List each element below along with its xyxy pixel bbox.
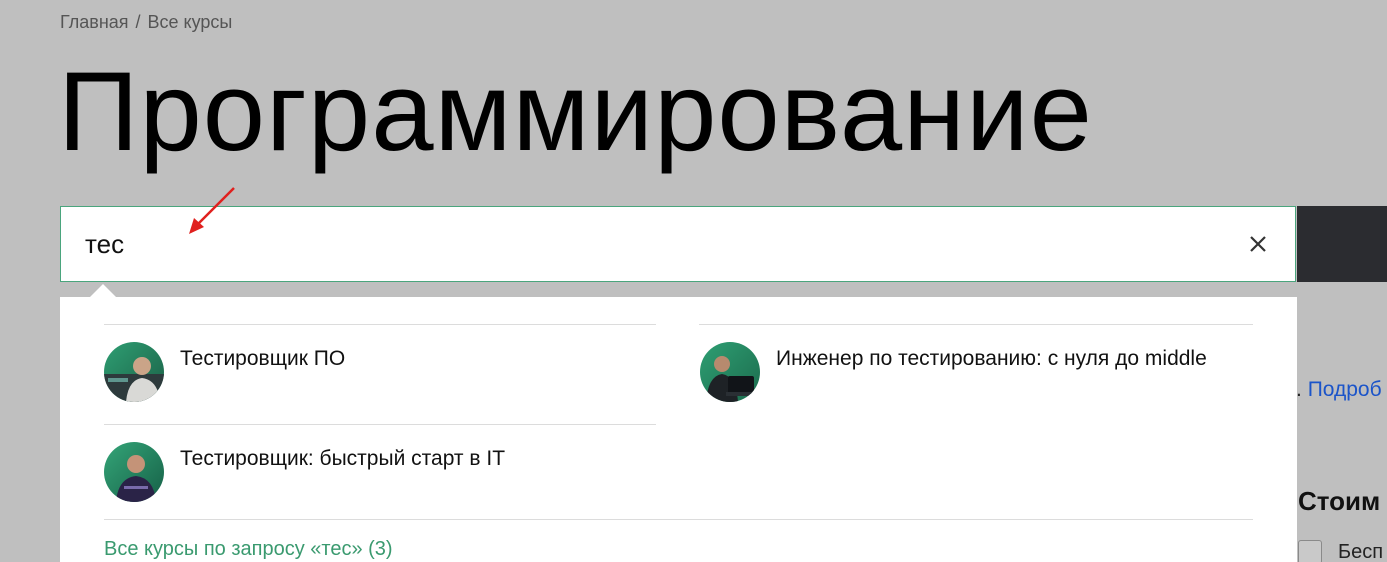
avatar xyxy=(700,342,760,402)
free-filter-checkbox[interactable] xyxy=(1298,540,1322,562)
more-link-prefix: . xyxy=(1296,378,1302,401)
avatar-person-laptop-icon xyxy=(700,342,760,402)
search-submit-button[interactable] xyxy=(1297,206,1387,282)
divider xyxy=(699,324,1253,325)
search-input[interactable] xyxy=(85,207,1205,281)
avatar-person-icon xyxy=(104,342,164,402)
avatar xyxy=(104,342,164,402)
divider xyxy=(104,424,656,425)
more-info-link[interactable]: Подроб xyxy=(1308,378,1382,401)
divider xyxy=(104,519,1253,520)
breadcrumb-home-link[interactable]: Главная xyxy=(60,12,129,33)
breadcrumb-separator: / xyxy=(135,12,141,32)
course-title: Инженер по тестированию: с нуля до middl… xyxy=(776,347,1207,370)
course-suggestion-item[interactable]: Инженер по тестированию: с нуля до middl… xyxy=(700,342,1220,402)
search-suggestions-dropdown xyxy=(60,297,1297,562)
course-suggestion-item[interactable]: Тестировщик: быстрый старт в IT xyxy=(104,442,656,502)
page-title: Программирование xyxy=(58,49,1093,174)
red-arrow-annotation-icon xyxy=(189,187,235,234)
divider xyxy=(104,324,656,325)
page: Главная / Все курсы Программирование тес… xyxy=(0,0,1387,562)
clear-search-button[interactable] xyxy=(1245,231,1271,257)
price-filter-heading: Стоим xyxy=(1298,486,1381,516)
dropdown-caret xyxy=(90,284,116,297)
course-title: Тестировщик ПО xyxy=(180,347,346,370)
more-info-text: . Подроб xyxy=(1296,378,1382,402)
avatar-person-icon xyxy=(104,442,164,502)
breadcrumb: Главная / Все курсы xyxy=(60,12,232,33)
all-search-results-link[interactable]: Все курсы по запросу «тес» (3) xyxy=(104,538,393,561)
breadcrumb-current[interactable]: Все курсы xyxy=(148,12,233,33)
free-filter-label: Бесп xyxy=(1338,540,1384,562)
course-suggestion-item[interactable]: Тестировщик ПО xyxy=(104,342,656,402)
course-title: Тестировщик: быстрый старт в IT xyxy=(180,447,506,470)
avatar xyxy=(104,442,164,502)
close-icon xyxy=(1250,236,1266,252)
free-filter-option[interactable]: Бесп xyxy=(1298,540,1383,562)
